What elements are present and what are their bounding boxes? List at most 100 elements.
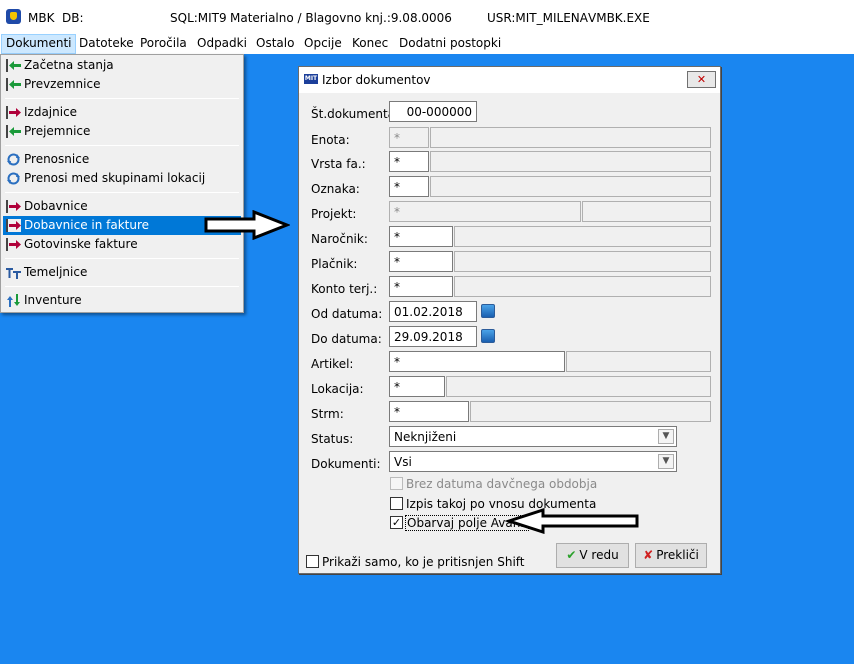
placnik-input[interactable]: * xyxy=(389,251,453,272)
dokumenti-value: Vsi xyxy=(394,455,412,469)
enota-description xyxy=(430,127,711,148)
obarvaj-avans-checkbox[interactable]: ✓ xyxy=(390,516,403,529)
menu-opcije[interactable]: Opcije xyxy=(304,36,342,50)
dialog-title: Izbor dokumentov xyxy=(322,73,431,87)
oznaka-description xyxy=(430,176,711,197)
strm-input[interactable]: * xyxy=(389,401,469,422)
calendar-icon[interactable] xyxy=(481,304,495,318)
transfer-icon xyxy=(7,153,20,166)
brez-datuma-checkbox xyxy=(390,477,403,490)
dialog-title-bar: MIT Izbor dokumentov ✕ xyxy=(299,67,720,93)
lokacija-input[interactable]: * xyxy=(389,376,445,397)
menu-separator xyxy=(5,258,239,259)
st-dokumenta-input[interactable]: 00-000000 xyxy=(389,101,477,122)
menu-konec[interactable]: Konec xyxy=(352,36,388,50)
projekt-label: Projekt: xyxy=(311,207,357,221)
konto-label: Konto terj.: xyxy=(311,282,378,296)
inventory-icon xyxy=(7,294,20,307)
status-label: Status: xyxy=(311,432,354,446)
vrsta-fa-label: Vrsta fa.: xyxy=(311,157,366,171)
menu-separator xyxy=(5,286,239,287)
oznaka-label: Oznaka: xyxy=(311,182,360,196)
strm-description xyxy=(470,401,711,422)
menu-item-inventure[interactable]: Inventure xyxy=(3,291,241,310)
cancel-button[interactable]: ✘ Prekliči xyxy=(635,543,707,568)
transfer-icon xyxy=(7,172,20,185)
od-datuma-input[interactable]: 01.02.2018 xyxy=(389,301,477,322)
strm-label: Strm: xyxy=(311,407,344,421)
dokumenti-select[interactable]: Vsi ▼ xyxy=(389,451,677,472)
lokacija-description xyxy=(446,376,711,397)
izpis-takoj-checkbox[interactable] xyxy=(390,497,403,510)
do-datuma-input[interactable]: 29.09.2018 xyxy=(389,326,477,347)
chevron-down-icon[interactable]: ▼ xyxy=(658,429,674,444)
arrow-out-red-icon xyxy=(6,238,21,251)
menu-item-prenosnice[interactable]: Prenosnice xyxy=(3,150,241,169)
menu-odpadki[interactable]: Odpadki xyxy=(197,36,247,50)
calendar-icon[interactable] xyxy=(481,329,495,343)
projekt-description xyxy=(582,201,711,222)
artikel-input[interactable]: * xyxy=(389,351,565,372)
dokumenti-label: Dokumenti: xyxy=(311,457,381,471)
vrsta-fa-description xyxy=(430,151,711,172)
status-select[interactable]: Neknjiženi ▼ xyxy=(389,426,677,447)
projekt-input: * xyxy=(389,201,581,222)
menu-separator xyxy=(5,98,239,99)
st-dokumenta-label: Št.dokumenta: xyxy=(311,107,400,121)
menu-item-prevzemnice[interactable]: Prevzemnice xyxy=(3,75,241,94)
konto-description xyxy=(454,276,711,297)
artikel-label: Artikel: xyxy=(311,357,354,371)
menu-item-prenosi-med-skupinami[interactable]: Prenosi med skupinami lokacij xyxy=(3,169,241,188)
app-subtitle: Materialno / Blagovno knj.:9.08.0006 xyxy=(230,11,452,25)
menu-item-prejemnice[interactable]: Prejemnice xyxy=(3,122,241,141)
status-value: Neknjiženi xyxy=(394,430,457,444)
checkmark-icon: ✔ xyxy=(566,548,577,562)
do-datuma-label: Do datuma: xyxy=(311,332,382,346)
brez-datuma-label: Brez datuma davčnega obdobja xyxy=(406,477,598,491)
app-logo-icon xyxy=(6,9,21,24)
menu-bar: Dokumenti Datoteke Poročila Odpadki Osta… xyxy=(0,34,854,54)
arrow-out-red-icon xyxy=(6,200,21,213)
arrow-in-green-icon xyxy=(6,59,21,72)
arrow-out-red-icon xyxy=(6,219,21,232)
user-info: USR:MIT_MILENA xyxy=(487,11,588,25)
prikazi-shift-label: Prikaži samo, ko je pritisnjen Shift xyxy=(322,555,525,569)
vrsta-fa-input[interactable]: * xyxy=(389,151,429,172)
menu-datoteke[interactable]: Datoteke xyxy=(79,36,134,50)
chevron-down-icon[interactable]: ▼ xyxy=(658,454,674,469)
od-datuma-label: Od datuma: xyxy=(311,307,383,321)
app-name: MBK xyxy=(28,11,55,25)
sql-info: SQL:MIT9 xyxy=(170,11,227,25)
menu-dokumenti[interactable]: Dokumenti xyxy=(1,34,77,54)
narocnik-description xyxy=(454,226,711,247)
enota-input: * xyxy=(389,127,429,148)
annotation-arrow-left-icon xyxy=(505,508,639,534)
ledger-icon xyxy=(6,268,21,279)
menu-item-temeljnice[interactable]: Temeljnice xyxy=(3,263,241,282)
exe-name: VMBK.EXE xyxy=(588,11,650,25)
ok-button[interactable]: ✔ V redu xyxy=(556,543,629,568)
placnik-description xyxy=(454,251,711,272)
arrow-in-green-icon xyxy=(6,125,21,138)
dialog-app-icon: MIT xyxy=(304,74,318,84)
menu-separator xyxy=(5,192,239,193)
izbor-dokumentov-dialog: MIT Izbor dokumentov ✕ Št.dokumenta: 00-… xyxy=(298,66,721,574)
menu-separator xyxy=(5,145,239,146)
cross-icon: ✘ xyxy=(643,548,654,562)
enota-label: Enota: xyxy=(311,133,350,147)
db-label: DB: xyxy=(62,11,84,25)
title-bar: MBK DB: SQL:MIT9 Materialno / Blagovno k… xyxy=(0,0,854,34)
menu-ostalo[interactable]: Ostalo xyxy=(256,36,294,50)
menu-item-zacetna-stanja[interactable]: Začetna stanja xyxy=(3,56,241,75)
prikazi-shift-checkbox[interactable] xyxy=(306,555,319,568)
menu-dodatni-postopki[interactable]: Dodatni postopki xyxy=(399,36,501,50)
lokacija-label: Lokacija: xyxy=(311,382,364,396)
dialog-close-button[interactable]: ✕ xyxy=(687,71,716,88)
menu-porocila[interactable]: Poročila xyxy=(140,36,187,50)
narocnik-input[interactable]: * xyxy=(389,226,453,247)
menu-item-izdajnice[interactable]: Izdajnice xyxy=(3,103,241,122)
oznaka-input[interactable]: * xyxy=(389,176,429,197)
narocnik-label: Naročnik: xyxy=(311,232,368,246)
arrow-in-green-icon xyxy=(6,78,21,91)
konto-input[interactable]: * xyxy=(389,276,453,297)
